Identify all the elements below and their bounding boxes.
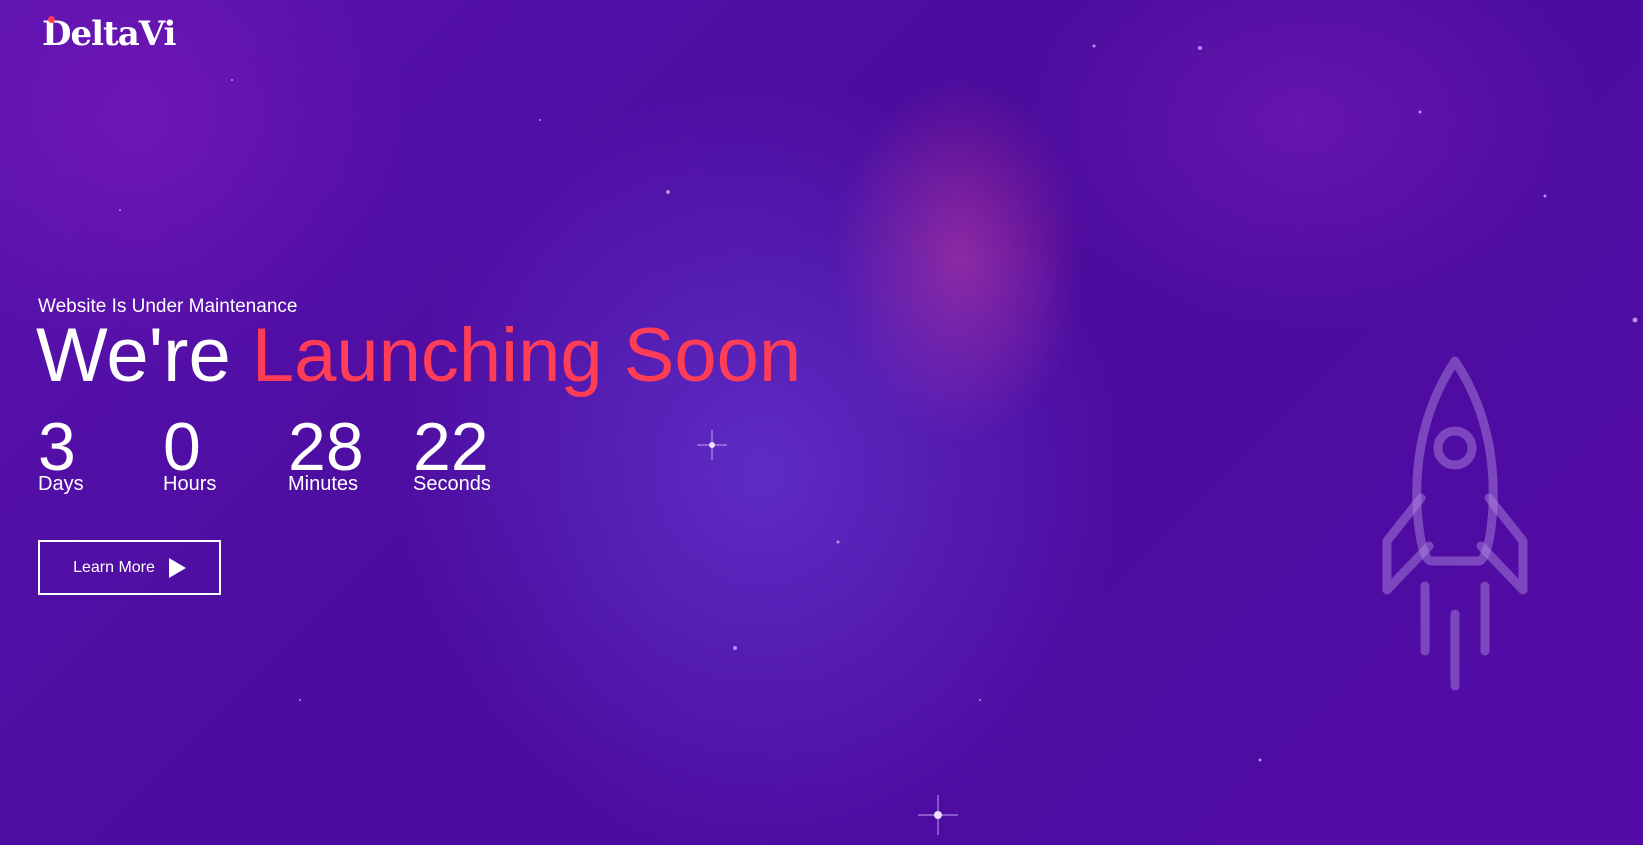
countdown-value: 0	[163, 409, 201, 485]
countdown-label: Days	[38, 472, 84, 495]
countdown-minutes: 28 Minutes	[288, 409, 413, 495]
countdown-value: 28	[288, 409, 364, 485]
countdown-value: 22	[413, 409, 489, 485]
learn-more-label: Learn More	[73, 558, 155, 576]
countdown-label: Hours	[163, 472, 217, 495]
headline-accent: Launching Soon	[251, 313, 802, 398]
brand-logo[interactable]: DeltaVi	[42, 14, 176, 54]
headline-prefix: We're	[36, 313, 231, 398]
play-icon	[168, 557, 186, 578]
countdown-timer: 3 Days 0 Hours 28 Minutes 22 Seconds	[38, 409, 538, 495]
countdown-seconds: 22 Seconds	[413, 409, 538, 495]
logo-accent-dot	[48, 16, 55, 23]
page-headline: We're Launching Soon	[36, 318, 801, 394]
brand-name: DeltaVi	[42, 14, 176, 54]
rocket-icon	[1382, 356, 1528, 691]
countdown-label: Minutes	[288, 472, 359, 495]
countdown-hours: 0 Hours	[163, 409, 288, 495]
countdown-value: 3	[38, 409, 76, 485]
countdown-days: 3 Days	[38, 409, 163, 495]
learn-more-button[interactable]: Learn More	[38, 540, 221, 595]
countdown-label: Seconds	[413, 472, 491, 495]
